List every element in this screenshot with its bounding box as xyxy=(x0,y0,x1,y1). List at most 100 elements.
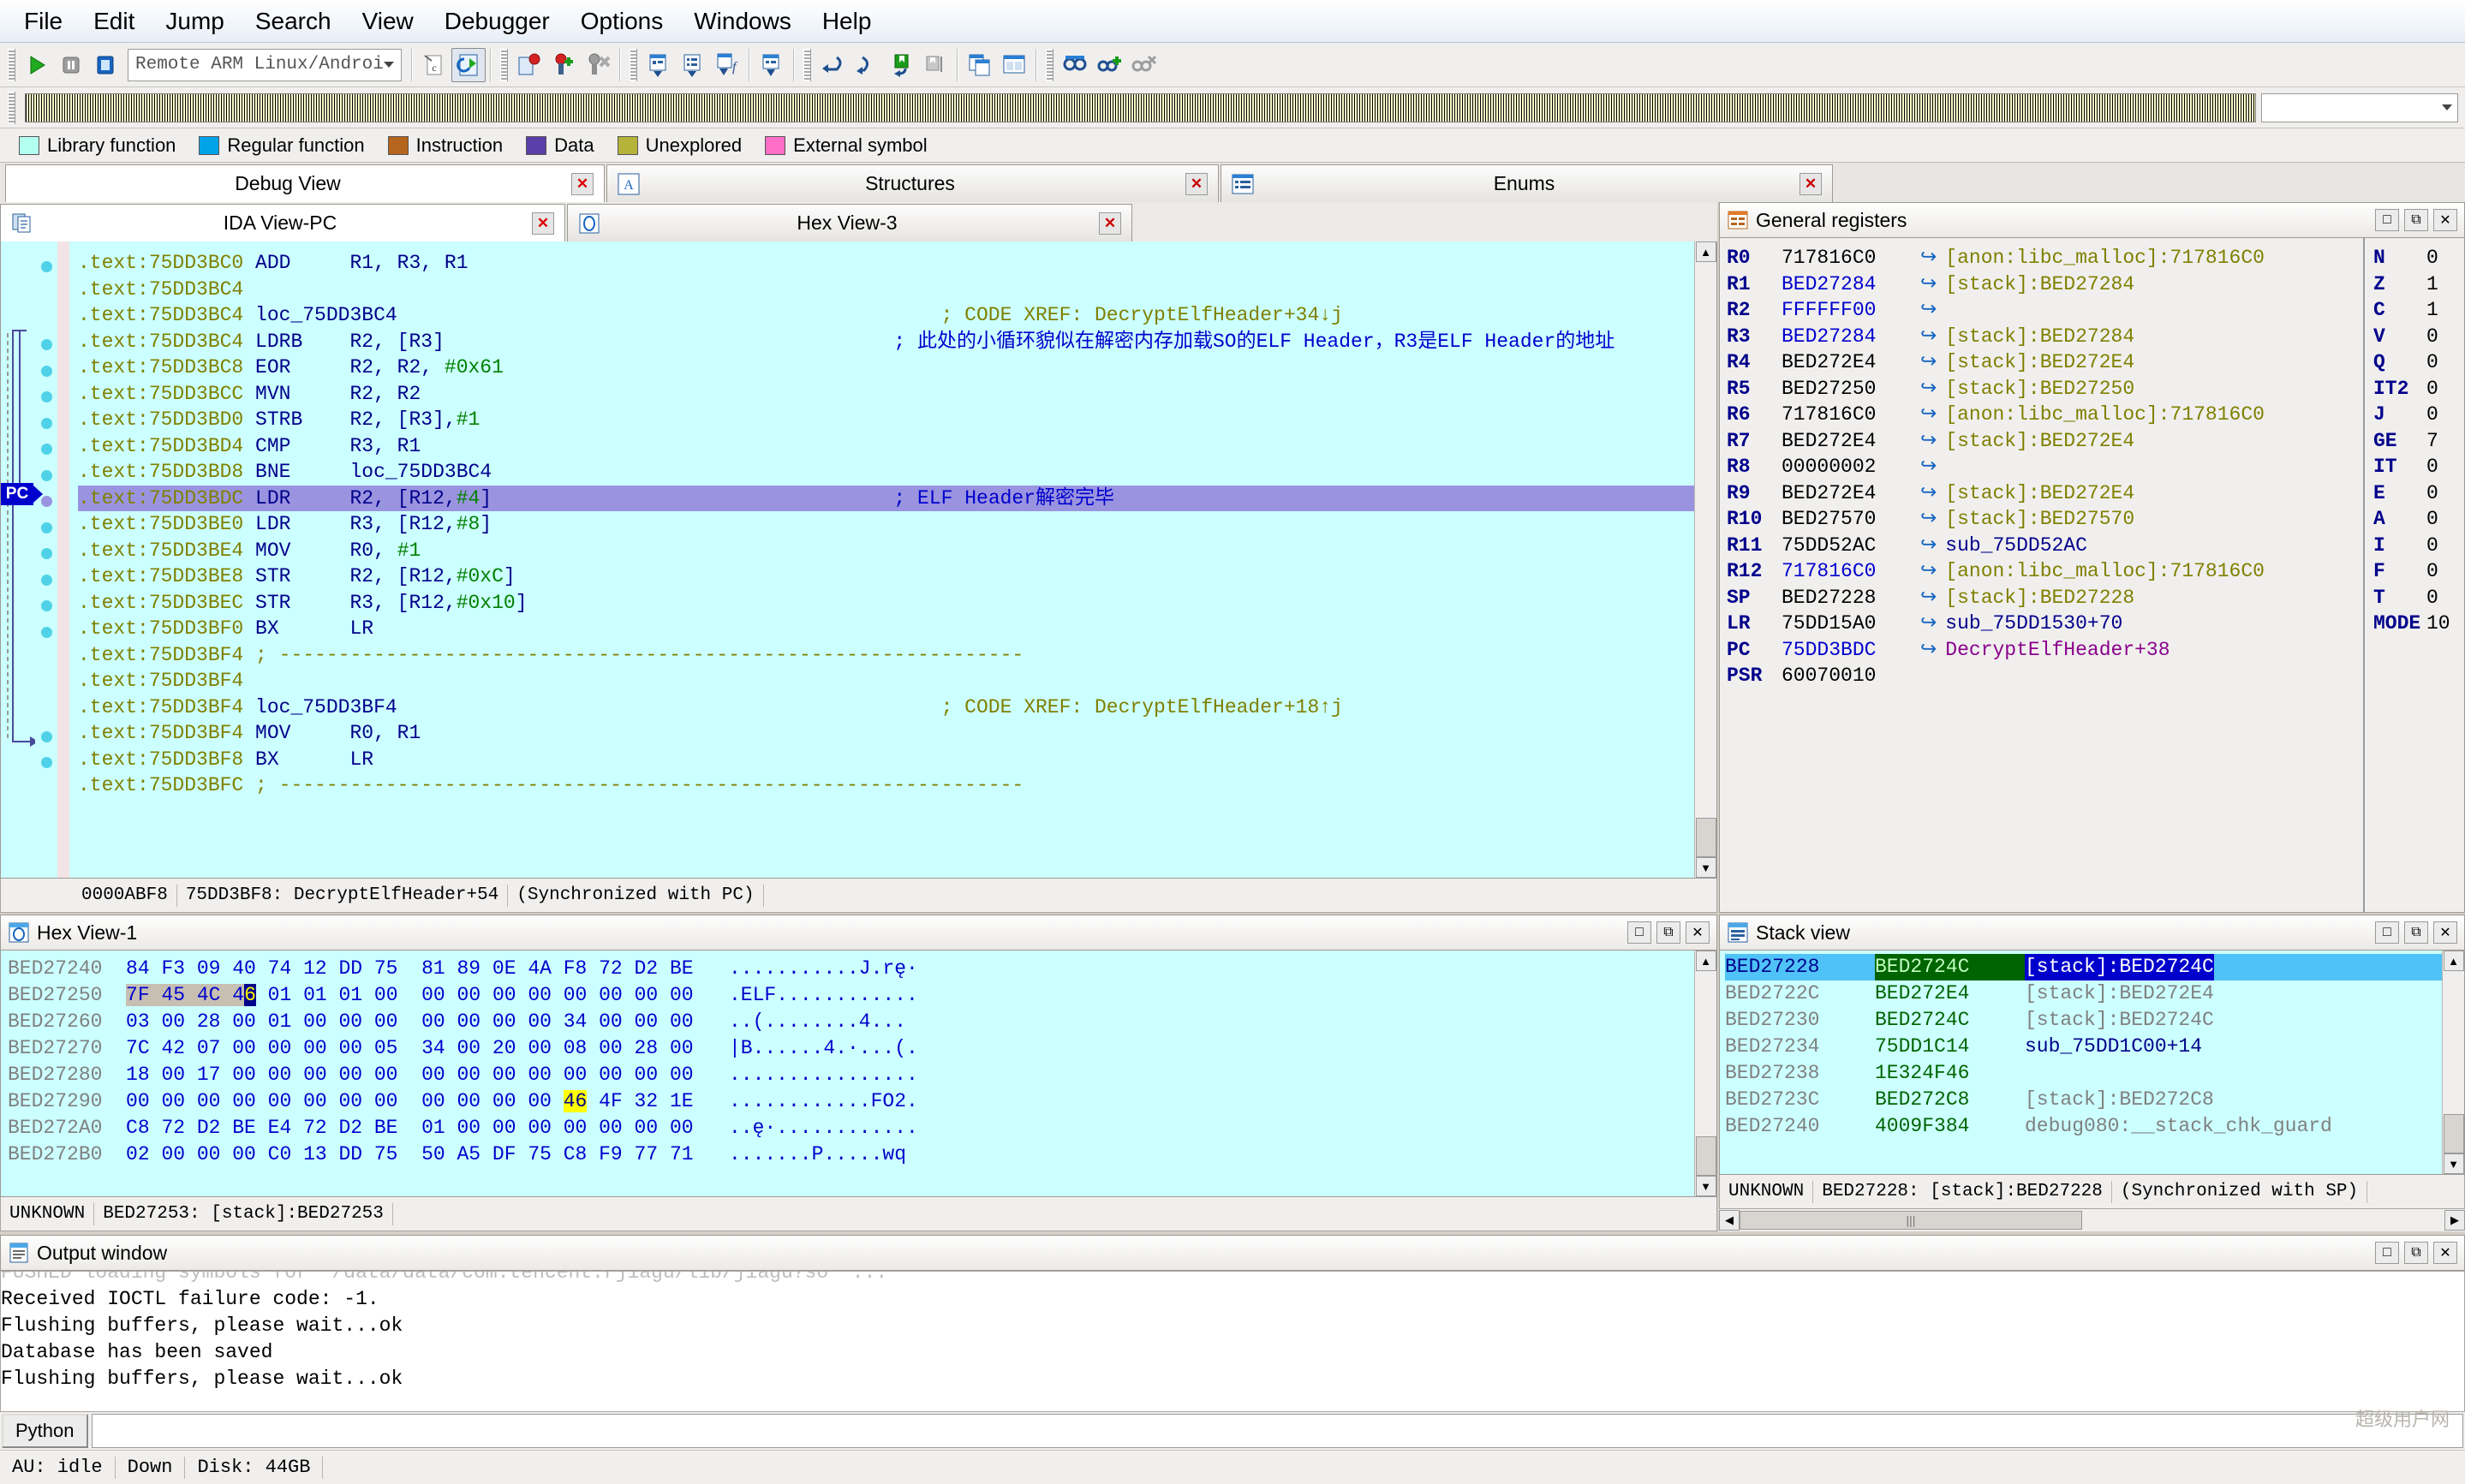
scroll-thumb[interactable] xyxy=(2444,1114,2464,1153)
delete-breakpoint-button[interactable] xyxy=(581,48,615,82)
list-names-button[interactable] xyxy=(642,48,676,82)
register-row[interactable]: R12717816C0↪[anon:libc_malloc]:717816C0 xyxy=(1727,558,2363,585)
flags-list[interactable]: N0Z1C1V0Q0IT20J0GE7IT0E0A0I0F0T0MODE10 xyxy=(2363,238,2464,912)
debugger-select[interactable]: Remote ARM Linux/Android debugger xyxy=(128,49,402,81)
disassembly-line[interactable]: .text:75DD3BCC MVN R2, R2 xyxy=(78,381,1694,408)
close-icon[interactable]: ✕ xyxy=(1099,212,1121,235)
register-row[interactable]: R800000002↪ xyxy=(1727,454,2363,480)
disassembly-lines[interactable]: .text:75DD3BC0 ADD R1, R3, R1.text:75DD3… xyxy=(69,241,1694,878)
minimize-icon[interactable]: □ xyxy=(1627,921,1651,944)
navigator-band[interactable] xyxy=(25,93,2256,122)
tab-structures[interactable]: A Structures ✕ xyxy=(606,164,1219,202)
scroll-down-button[interactable]: ▼ xyxy=(1696,1176,1716,1196)
menu-item-windows[interactable]: Windows xyxy=(678,3,807,40)
tab-ida-view-pc[interactable]: IDA View-PC ✕ xyxy=(0,204,565,241)
register-row[interactable]: R5BED27250↪[stack]:BED27250 xyxy=(1727,376,2363,402)
hex-row[interactable]: BED27240 84 F3 09 40 74 12 DD 75 81 89 0… xyxy=(8,956,1694,982)
close-icon[interactable]: ✕ xyxy=(532,212,554,235)
hex-row[interactable]: BED27250 7F 45 4C 46 01 01 01 00 00 00 0… xyxy=(8,982,1694,1009)
scroll-down-button[interactable]: ▼ xyxy=(2444,1153,2464,1174)
stack-rows[interactable]: BED27228BED2724C[stack]:BED2724CBED2722C… xyxy=(1720,951,2442,1174)
stack-row[interactable]: BED27228BED2724C[stack]:BED2724C xyxy=(1725,954,2442,980)
register-row[interactable]: R2FFFFFF00↪ xyxy=(1727,297,2363,324)
menu-item-view[interactable]: View xyxy=(347,3,429,40)
disassembly-scrollbar[interactable]: ▲ ▼ xyxy=(1694,241,1716,878)
register-row[interactable]: R4BED272E4↪[stack]:BED272E4 xyxy=(1727,349,2363,376)
registers-list[interactable]: R0717816C0↪[anon:libc_malloc]:717816C0R1… xyxy=(1720,238,2363,912)
maximize-icon[interactable]: ⧉ xyxy=(2404,1242,2428,1264)
navigator-combo[interactable] xyxy=(2261,93,2458,122)
jump-forward-button[interactable] xyxy=(815,48,850,82)
flag-row[interactable]: Q0 xyxy=(2373,349,2464,376)
list-strings-button[interactable]: f xyxy=(710,48,744,82)
flag-row[interactable]: IT0 xyxy=(2373,454,2464,480)
stop-button[interactable] xyxy=(88,48,122,82)
flag-row[interactable]: C1 xyxy=(2373,297,2464,324)
stack-row[interactable]: BED2722CBED272E4[stack]:BED272E4 xyxy=(1725,980,2442,1007)
maximize-icon[interactable]: ⧉ xyxy=(2404,921,2428,944)
disassembly-line[interactable]: .text:75DD3BF4 xyxy=(78,668,1694,694)
disassembly-line[interactable]: .text:75DD3BC8 EOR R2, R2, #0x61 xyxy=(78,355,1694,381)
disassembly-line[interactable]: .text:75DD3BF0 BX LR xyxy=(78,616,1694,642)
toolbar-grip-3[interactable] xyxy=(630,49,637,81)
scroll-up-button[interactable]: ▲ xyxy=(1696,241,1716,262)
disassembly-line[interactable]: .text:75DD3BC4 xyxy=(78,277,1694,303)
flag-row[interactable]: Z1 xyxy=(2373,271,2464,298)
register-row[interactable]: R1BED27284↪[stack]:BED27284 xyxy=(1727,271,2363,298)
jump-back-button[interactable] xyxy=(850,48,884,82)
flag-row[interactable]: V0 xyxy=(2373,324,2464,350)
minimize-icon[interactable]: □ xyxy=(2375,921,2399,944)
add-breakpoint-button[interactable] xyxy=(512,48,546,82)
register-row[interactable]: R1175DD52AC↪sub_75DD52AC xyxy=(1727,533,2363,559)
flag-row[interactable]: T0 xyxy=(2373,585,2464,611)
disassembly-line[interactable]: .text:75DD3BE4 MOV R0, #1 xyxy=(78,538,1694,564)
close-icon[interactable]: ✕ xyxy=(2433,209,2457,231)
add-watch-button[interactable] xyxy=(1058,48,1092,82)
register-row[interactable]: R6717816C0↪[anon:libc_malloc]:717816C0 xyxy=(1727,402,2363,428)
scroll-thumb[interactable] xyxy=(1696,1136,1716,1176)
flag-row[interactable]: F0 xyxy=(2373,558,2464,585)
scroll-thumb[interactable] xyxy=(1696,818,1716,857)
disassembly-line[interactable]: .text:75DD3BD4 CMP R3, R1 xyxy=(78,433,1694,460)
menu-item-help[interactable]: Help xyxy=(807,3,887,40)
python-button[interactable]: Python xyxy=(2,1414,88,1448)
stack-row[interactable]: BED272381E324F46 xyxy=(1725,1060,2442,1087)
register-row[interactable]: R3BED27284↪[stack]:BED27284 xyxy=(1727,324,2363,350)
toolbar-grip-5[interactable] xyxy=(1046,49,1053,81)
tab-debug-view[interactable]: Debug View ✕ xyxy=(5,164,605,202)
close-icon[interactable]: ✕ xyxy=(1800,173,1822,195)
disassembly-line[interactable]: .text:75DD3BEC STR R3, [R12,#0x10] xyxy=(78,590,1694,617)
disassembly-line[interactable]: .text:75DD3BF8 BX LR xyxy=(78,747,1694,773)
minimize-icon[interactable]: □ xyxy=(2375,1242,2399,1264)
register-row[interactable]: R10BED27570↪[stack]:BED27570 xyxy=(1727,506,2363,533)
register-row[interactable]: LR75DD15A0↪sub_75DD1530+70 xyxy=(1727,611,2363,637)
maximize-icon[interactable]: ⧉ xyxy=(2404,209,2428,231)
close-icon[interactable]: ✕ xyxy=(2433,921,2457,944)
register-row[interactable]: PC75DD3BDC↪DecryptElfHeader+38 xyxy=(1727,637,2363,664)
toolbar-grip-2[interactable] xyxy=(500,49,508,81)
flag-row[interactable]: IT20 xyxy=(2373,376,2464,402)
flag-row[interactable]: A0 xyxy=(2373,506,2464,533)
hex-row[interactable]: BED27270 7C 42 07 00 00 00 00 05 34 00 2… xyxy=(8,1035,1694,1062)
navigator-grip[interactable] xyxy=(8,92,15,124)
menu-item-edit[interactable]: Edit xyxy=(78,3,150,40)
menu-item-debugger[interactable]: Debugger xyxy=(429,3,565,40)
python-input[interactable] xyxy=(92,1414,2464,1448)
close-icon[interactable]: ✕ xyxy=(1686,921,1710,944)
stack-scrollbar[interactable]: ▲ ▼ xyxy=(2442,951,2464,1174)
flag-row[interactable]: N0 xyxy=(2373,245,2464,271)
close-icon[interactable]: ✕ xyxy=(2433,1242,2457,1264)
toolbar-grip[interactable] xyxy=(8,49,15,81)
stack-row[interactable]: BED2723475DD1C14sub_75DD1C00+14 xyxy=(1725,1034,2442,1060)
delete-watch-button[interactable] xyxy=(1126,48,1161,82)
scroll-left-button[interactable]: ◀ xyxy=(1719,1210,1740,1231)
disassembly-line[interactable]: .text:75DD3BC0 ADD R1, R3, R1 xyxy=(78,250,1694,277)
disassembly-line[interactable]: .text:75DD3BC4 loc_75DD3BC4 ; CODE XREF:… xyxy=(78,302,1694,329)
flag-row[interactable]: MODE10 xyxy=(2373,611,2464,637)
hex-row[interactable]: BED27290 00 00 00 00 00 00 00 00 00 00 0… xyxy=(8,1088,1694,1115)
hex-row[interactable]: BED27280 18 00 17 00 00 00 00 00 00 00 0… xyxy=(8,1062,1694,1088)
menu-item-file[interactable]: File xyxy=(9,3,78,40)
toolbar-grip-4[interactable] xyxy=(803,49,811,81)
close-icon[interactable]: ✕ xyxy=(571,173,594,195)
disassembly-line[interactable]: .text:75DD3BD0 STRB R2, [R3],#1 xyxy=(78,407,1694,433)
